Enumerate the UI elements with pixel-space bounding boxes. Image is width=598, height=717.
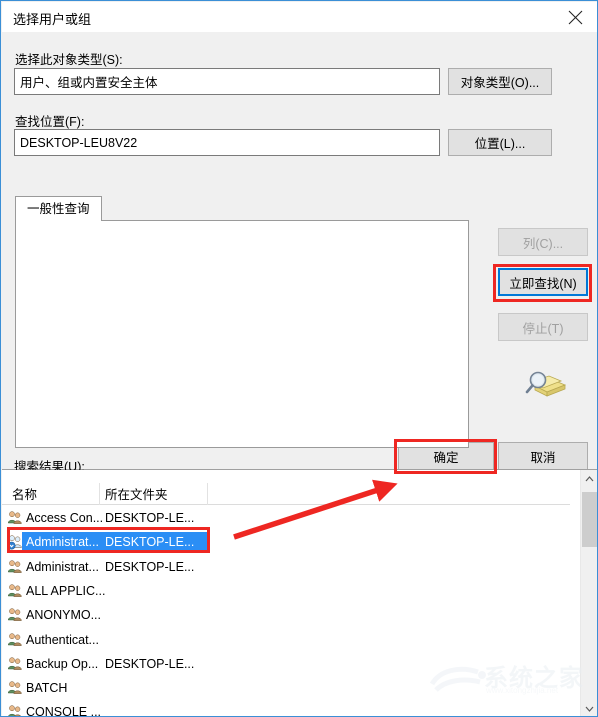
- cell-name: Authenticat...: [26, 632, 99, 647]
- cell-name: Administrat...: [26, 535, 99, 550]
- columns-button[interactable]: 列(C)...: [498, 228, 588, 256]
- cell-name: ALL APPLIC...: [26, 583, 106, 598]
- stop-button[interactable]: 停止(T): [498, 313, 588, 341]
- object-type-input[interactable]: 用户、组或内置安全主体: [14, 68, 440, 95]
- cell-name: Backup Op...: [26, 656, 99, 671]
- user-group-icon: [8, 705, 21, 716]
- cell-folder: DESKTOP-LE...: [105, 656, 195, 671]
- search-results-list[interactable]: 名称 所在文件夹 Access Con... DESKTOP-LE... Admin…: [2, 470, 597, 717]
- column-header-folder[interactable]: 所在文件夹: [105, 484, 168, 503]
- scroll-down-button[interactable]: [581, 700, 597, 716]
- table-row[interactable]: Administrat... DESKTOP-LE...: [2, 556, 570, 578]
- cell-folder: DESKTOP-LE...: [105, 535, 195, 550]
- column-header-name[interactable]: 名称: [12, 484, 37, 503]
- table-row[interactable]: Access Con... DESKTOP-LE...: [2, 507, 570, 529]
- cell-name: Access Con...: [26, 511, 104, 525]
- table-row[interactable]: Administrat... DESKTOP-LE...: [2, 531, 570, 553]
- select-user-or-group-dialog: 选择用户或组 选择此对象类型(S): 用户、组或内置安全主体 对象类型(O)..…: [0, 0, 598, 717]
- cell-name: CONSOLE ...: [26, 705, 102, 717]
- user-group-icon: [7, 632, 23, 648]
- user-group-icon: [7, 657, 22, 670]
- find-now-button[interactable]: 立即查找(N): [498, 268, 588, 296]
- user-group-icon: [7, 608, 22, 622]
- list-header: 名称 所在文件夹: [2, 482, 570, 505]
- object-types-button[interactable]: 对象类型(O)...: [448, 68, 552, 95]
- user-group-icon: [7, 510, 23, 526]
- chevron-down-icon: [585, 706, 593, 712]
- user-group-icon: [7, 535, 22, 550]
- user-group-icon: [7, 632, 22, 646]
- object-type-label: 选择此对象类型(S):: [15, 53, 123, 67]
- dialog-body: 选择此对象类型(S): 用户、组或内置安全主体 对象类型(O)... 查找位置(…: [2, 32, 597, 470]
- location-input[interactable]: DESKTOP-LEU8V22: [14, 129, 440, 156]
- list-scrollbar[interactable]: [580, 470, 597, 716]
- cell-folder: DESKTOP-LE...: [105, 511, 195, 525]
- query-tabs: 一般性查询 名称(A): 起始为 描述(D): 起始为 禁用的帐户(B): [15, 196, 469, 448]
- cell-folder: DESKTOP-LE...: [105, 559, 195, 574]
- user-group-icon: [7, 559, 23, 575]
- user-group-icon: [7, 680, 23, 696]
- user-group-icon: [7, 607, 23, 623]
- location-label: 查找位置(F):: [15, 115, 85, 129]
- user-group-icon: [7, 583, 23, 599]
- table-row[interactable]: BATCH: [2, 677, 570, 699]
- column-divider[interactable]: [207, 483, 208, 505]
- cell-name: ANONYMO...: [26, 608, 102, 623]
- common-queries-panel: [15, 220, 469, 448]
- user-group-icon: [7, 511, 22, 524]
- title-bar: 选择用户或组: [2, 2, 597, 32]
- user-group-icon: [7, 559, 22, 573]
- search-folder-icon: [525, 371, 567, 397]
- table-row[interactable]: ANONYMO...: [2, 604, 570, 626]
- tab-common-queries[interactable]: 一般性查询: [15, 196, 102, 221]
- close-icon: [568, 10, 583, 24]
- user-group-icon: [7, 681, 22, 694]
- tab-active-seam: [16, 219, 91, 222]
- column-divider[interactable]: [99, 483, 100, 505]
- table-row[interactable]: CONSOLE ...: [2, 701, 570, 717]
- table-row[interactable]: ALL APPLIC...: [2, 580, 570, 602]
- scroll-up-button[interactable]: [581, 470, 597, 487]
- locations-button[interactable]: 位置(L)...: [448, 129, 552, 156]
- user-group-icon: [7, 534, 23, 550]
- user-group-icon: [7, 656, 23, 672]
- user-group-icon: [7, 584, 22, 597]
- close-button[interactable]: [553, 2, 597, 32]
- cancel-button[interactable]: 取消: [498, 442, 588, 470]
- user-group-icon: [7, 704, 23, 716]
- cell-name: BATCH: [26, 681, 68, 696]
- table-row[interactable]: Authenticat...: [2, 629, 570, 651]
- chevron-up-icon: [585, 475, 593, 481]
- table-row[interactable]: Backup Op... DESKTOP-LE...: [2, 653, 570, 675]
- page-title: 选择用户或组: [13, 12, 92, 27]
- cell-name: Administrat...: [26, 559, 99, 574]
- scrollbar-thumb[interactable]: [582, 492, 597, 547]
